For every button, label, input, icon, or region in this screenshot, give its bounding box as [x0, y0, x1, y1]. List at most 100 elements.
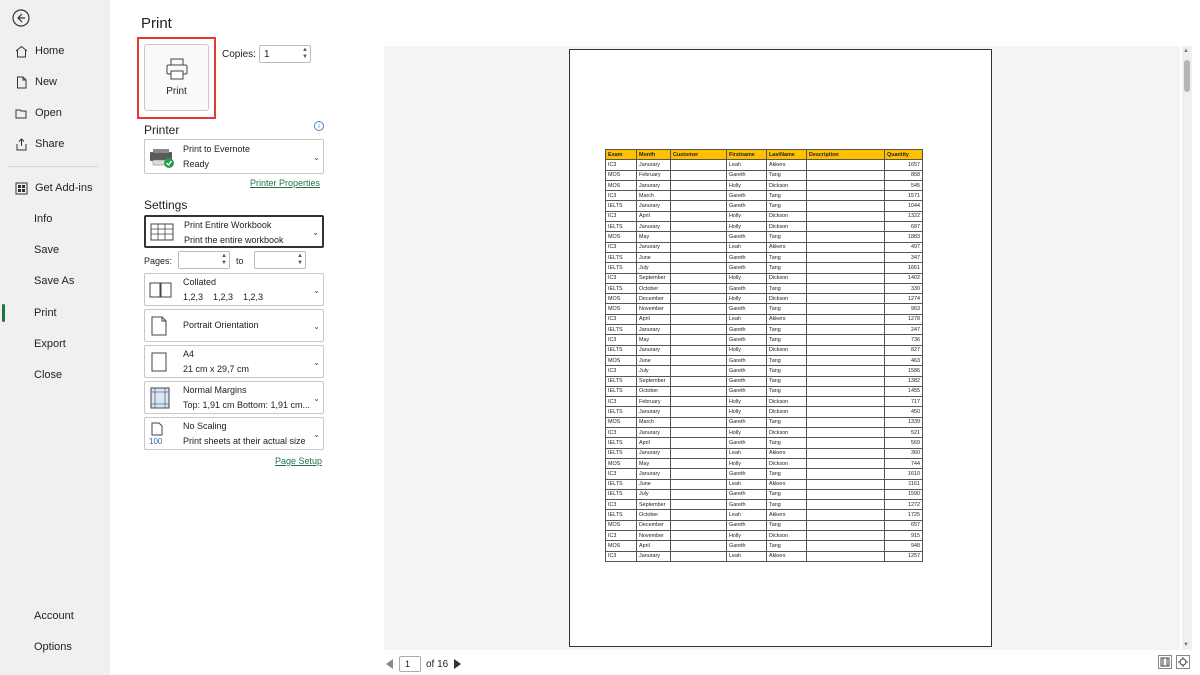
table-cell: IC3: [605, 159, 637, 171]
table-cell: Gareth: [726, 262, 767, 274]
scroll-up-icon[interactable]: ▲: [1183, 48, 1189, 54]
table-cell: [670, 385, 727, 398]
table-cell: October: [636, 509, 671, 521]
table-cell: Holly: [726, 272, 767, 284]
table-cell: 868: [884, 169, 923, 181]
table-cell: [806, 468, 885, 480]
table-cell: Dickson: [766, 344, 807, 356]
current-page-input[interactable]: 1: [399, 656, 421, 672]
table-header-cell: Customer: [670, 148, 727, 161]
preview-scrollbar[interactable]: ▲ ▼: [1182, 46, 1192, 650]
table-cell: Dickson: [766, 221, 807, 233]
table-cell: Janurary: [636, 447, 671, 459]
stepper-arrows-icon[interactable]: ▲ ▼: [302, 47, 308, 61]
preview-page: Exam Month Customer Firstname LastName Descri…: [569, 49, 992, 647]
table-row: IC3 Janurary Gareth Tang 1610: [605, 468, 923, 480]
nav-print[interactable]: Print: [0, 298, 110, 328]
page-setup-link[interactable]: Page Setup: [275, 456, 322, 466]
table-cell: IC3: [605, 272, 637, 284]
table-cell: MOS: [605, 293, 637, 305]
table-row: IELTS October Leah Akkers 1725: [605, 509, 923, 521]
printer-properties-link[interactable]: Printer Properties: [250, 178, 320, 188]
table-cell: 1161: [884, 478, 923, 490]
scroll-down-icon[interactable]: ▼: [1183, 642, 1189, 648]
printer-name: Print to Evernote: [183, 144, 251, 154]
printer-dropdown[interactable]: Print to Evernote Ready ⌄: [144, 139, 324, 174]
nav-get-add-ins[interactable]: Get Add-ins: [0, 173, 110, 203]
table-cell: [806, 509, 885, 521]
table-cell: Janurary: [636, 200, 671, 212]
table-cell: [806, 313, 885, 326]
table-cell: Tang: [766, 468, 807, 480]
copies-stepper[interactable]: 1 ▲ ▼: [259, 45, 311, 63]
table-cell: Holly: [726, 344, 767, 356]
nav-save-as-label: Save As: [34, 275, 75, 287]
table-cell: Tang: [766, 262, 807, 274]
nav-info[interactable]: Info: [0, 204, 110, 234]
nav-share[interactable]: Share: [0, 129, 110, 159]
table-cell: [670, 221, 727, 233]
table-cell: IELTS: [605, 447, 637, 459]
previous-page-icon[interactable]: [386, 659, 393, 669]
table-cell: [806, 293, 885, 305]
nav-home[interactable]: Home: [0, 36, 110, 66]
zoom-to-page-icon[interactable]: [1176, 655, 1190, 669]
table-row: MOS December Gareth Tang 657: [605, 519, 923, 531]
table-row: MOS November Gareth Tang 963: [605, 303, 923, 315]
nav-save[interactable]: Save: [0, 235, 110, 265]
nav-new[interactable]: New: [0, 67, 110, 97]
back-button[interactable]: [11, 8, 31, 28]
table-cell: [806, 169, 885, 181]
table-cell: 545: [884, 179, 923, 192]
table-row: IELTS Janurary Holly Dickson 687: [605, 221, 923, 233]
table-cell: IELTS: [605, 437, 637, 449]
table-row: MOS March Gareth Tang 1339: [605, 416, 923, 429]
orientation-dropdown[interactable]: Portrait Orientation ⌄: [144, 309, 324, 342]
nav-export[interactable]: Export: [0, 329, 110, 359]
table-row: IELTS July Gareth Tang 1590: [605, 488, 923, 501]
table-cell: IELTS: [605, 478, 637, 490]
table-cell: MOS: [605, 540, 637, 552]
table-cell: [670, 488, 727, 501]
pages-from-input[interactable]: ▲ ▼: [178, 251, 230, 269]
table-row: IC3 April Holly Dickson 1322: [605, 210, 923, 223]
table-row: MOS April Gareth Tang 948: [605, 540, 923, 552]
print-button[interactable]: Print: [144, 44, 209, 111]
table-cell: [806, 540, 885, 552]
info-icon[interactable]: i: [314, 121, 324, 131]
print-what-dropdown[interactable]: Print Entire Workbook Print the entire w…: [144, 215, 324, 248]
table-cell: Akkers: [766, 447, 807, 459]
scaling-dropdown[interactable]: 100 No Scaling Print sheets at their act…: [144, 417, 324, 450]
stepper-arrows-icon[interactable]: ▲ ▼: [221, 253, 227, 267]
settings-section-title: Settings: [144, 198, 188, 212]
paper-size-dropdown[interactable]: A4 21 cm x 29,7 cm ⌄: [144, 345, 324, 378]
nav-open[interactable]: Open: [0, 98, 110, 128]
table-cell: 450: [884, 406, 923, 418]
scrollbar-thumb[interactable]: [1184, 60, 1190, 92]
table-cell: Janurary: [636, 550, 671, 562]
table-cell: Tang: [766, 334, 807, 346]
nav-account[interactable]: Account: [0, 601, 110, 631]
table-cell: Dickson: [766, 529, 807, 542]
back-arrow-icon: [12, 9, 30, 27]
nav-close[interactable]: Close: [0, 360, 110, 390]
table-cell: [670, 190, 727, 202]
table-cell: [670, 334, 727, 346]
show-margins-icon[interactable]: [1158, 655, 1172, 669]
table-cell: Janurary: [636, 179, 671, 192]
pages-to-input[interactable]: ▲ ▼: [254, 251, 306, 269]
collation-dropdown[interactable]: Collated 1,2,3 1,2,3 1,2,3 ⌄: [144, 273, 324, 306]
table-header-cell: Description: [806, 148, 885, 161]
next-page-icon[interactable]: [454, 659, 462, 669]
table-cell: [670, 365, 727, 377]
stepper-arrows-icon[interactable]: ▲ ▼: [297, 253, 303, 267]
margins-dropdown[interactable]: Normal Margins Top: 1,91 cm Bottom: 1,91…: [144, 381, 324, 414]
table-row: IC3 Janurary Leah Akkers 1257: [605, 550, 923, 562]
nav-save-as[interactable]: Save As: [0, 266, 110, 296]
nav-options[interactable]: Options: [0, 632, 110, 662]
table-cell: 1382: [884, 375, 923, 387]
table-cell: Tang: [766, 190, 807, 202]
table-cell: April: [636, 313, 671, 326]
table-cell: [806, 385, 885, 398]
scaling-icon-text: 100: [149, 437, 163, 446]
